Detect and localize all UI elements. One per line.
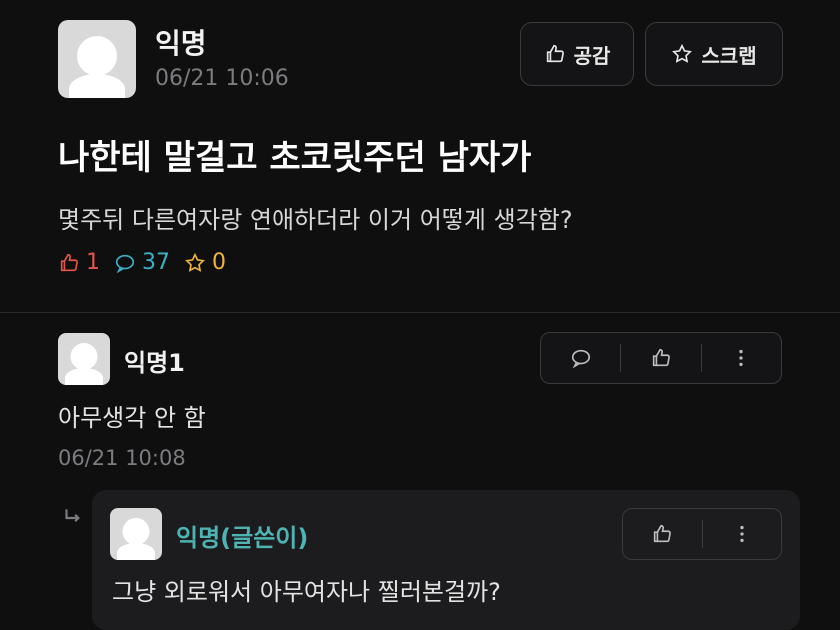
like-stat: 1 — [58, 250, 100, 275]
comment-bubble-icon — [571, 349, 590, 369]
thumbs-up-icon — [546, 44, 564, 63]
reply-more-button[interactable] — [703, 509, 782, 559]
scrap-count: 0 — [212, 250, 226, 275]
like-button[interactable]: 공감 — [520, 22, 634, 86]
post-author-avatar — [58, 20, 136, 98]
comment-like-button[interactable] — [621, 333, 700, 383]
post-title: 나한테 말걸고 초코릿주던 남자가 — [58, 138, 532, 178]
thumbs-up-icon — [60, 253, 78, 271]
comment-actions — [540, 332, 782, 384]
like-button-label: 공감 — [573, 43, 611, 68]
post-divider — [0, 312, 840, 313]
comment-more-button[interactable] — [702, 333, 781, 383]
reply-like-button[interactable] — [623, 509, 702, 559]
post-body: 몇주뒤 다른여자랑 연애하더라 이거 어떻게 생각함? — [58, 206, 573, 234]
reply-actions — [622, 508, 782, 560]
reply-arrow-icon — [60, 505, 86, 535]
comment-stat: 37 — [114, 250, 170, 275]
more-vertical-icon — [740, 525, 744, 543]
comment-timestamp: 06/21 10:08 — [58, 446, 186, 470]
reply-author-avatar — [110, 508, 162, 560]
more-vertical-icon — [739, 349, 743, 367]
star-icon — [185, 252, 205, 272]
comment-count: 37 — [142, 250, 170, 275]
reply-author-name: 익명(글쓴이) — [176, 524, 309, 552]
comment-text: 아무생각 안 함 — [58, 404, 206, 432]
comment-author-name: 익명1 — [124, 349, 185, 377]
star-icon — [672, 43, 693, 63]
comment-bubble-icon — [115, 254, 135, 273]
scrap-stat: 0 — [184, 250, 226, 275]
like-count: 1 — [86, 250, 100, 275]
scrap-button-label: 스크랩 — [701, 43, 757, 68]
post-timestamp: 06/21 10:06 — [155, 66, 289, 91]
thumbs-up-icon — [652, 348, 670, 367]
reply-text: 그냥 외로워서 아무여자나 찔러본걸까? — [112, 578, 501, 606]
scrap-button[interactable]: 스크랩 — [645, 22, 783, 86]
post-stats: 1 37 0 — [58, 250, 226, 275]
post-author-name: 익명 — [155, 27, 207, 60]
comment-reply-button[interactable] — [541, 333, 620, 383]
comment-author-avatar — [58, 333, 110, 385]
thumbs-up-icon — [654, 524, 672, 543]
